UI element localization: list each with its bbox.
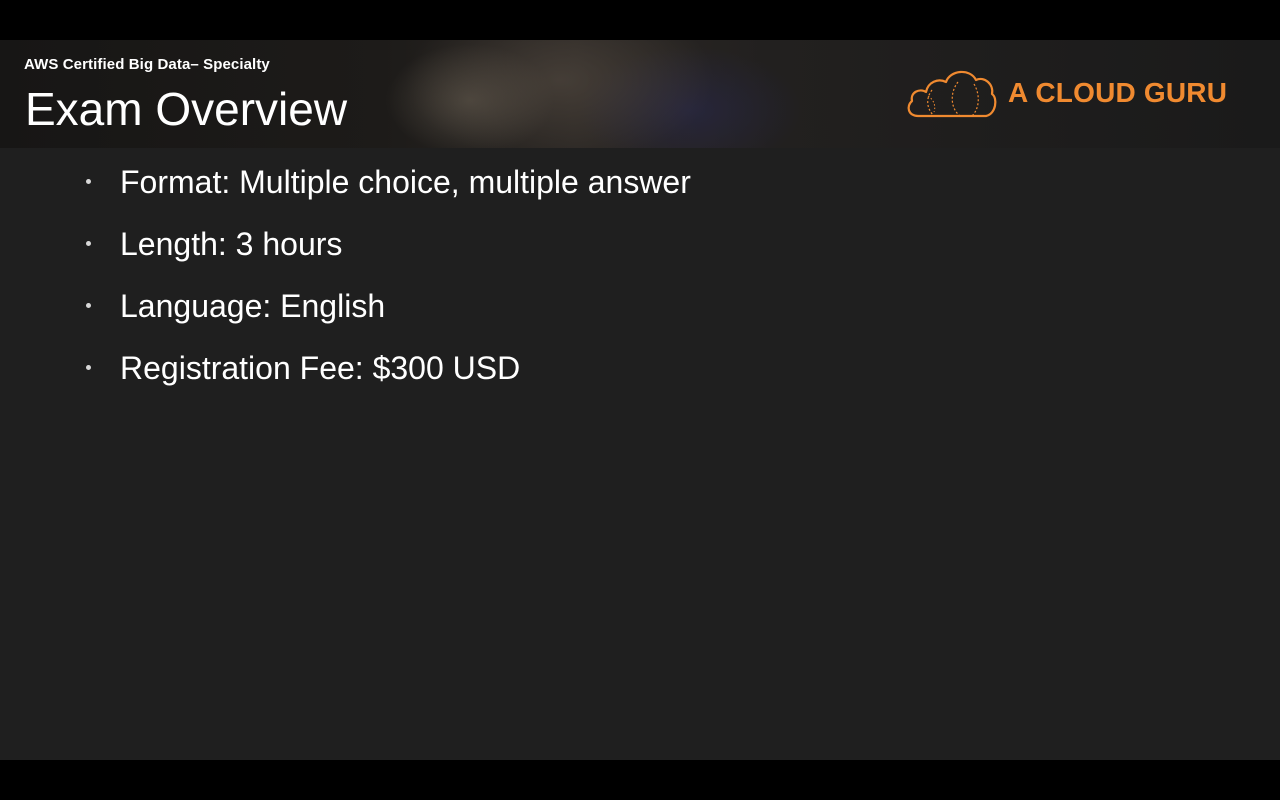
bullet-text: Length: 3 hours (120, 226, 343, 262)
brand-logo-text: A CLOUD GURU (1008, 77, 1228, 108)
bullet-item: Format: Multiple choice, multiple answer (0, 160, 1200, 204)
bullet-item: Length: 3 hours (0, 222, 1200, 266)
bullet-item: Language: English (0, 284, 1200, 328)
bullet-dot-icon (86, 241, 91, 246)
bullet-item: Registration Fee: $300 USD (0, 346, 1200, 390)
bullet-text: Language: English (120, 288, 386, 324)
letterbox-top (0, 0, 1280, 40)
bullet-dot-icon (86, 365, 91, 370)
slide-title: Exam Overview (25, 83, 348, 135)
course-subtitle: AWS Certified Big Data– Specialty (24, 56, 270, 73)
bullet-text: Registration Fee: $300 USD (120, 350, 521, 386)
bullet-text: Format: Multiple choice, multiple answer (120, 164, 691, 200)
brand-logo: A CLOUD GURU (904, 66, 1244, 122)
cloud-icon (907, 70, 997, 118)
bullet-dot-icon (86, 303, 91, 308)
bullet-dot-icon (86, 179, 91, 184)
presentation-slide: AWS Certified Big Data– Specialty Exam O… (0, 40, 1280, 760)
letterbox-bottom (0, 760, 1280, 800)
